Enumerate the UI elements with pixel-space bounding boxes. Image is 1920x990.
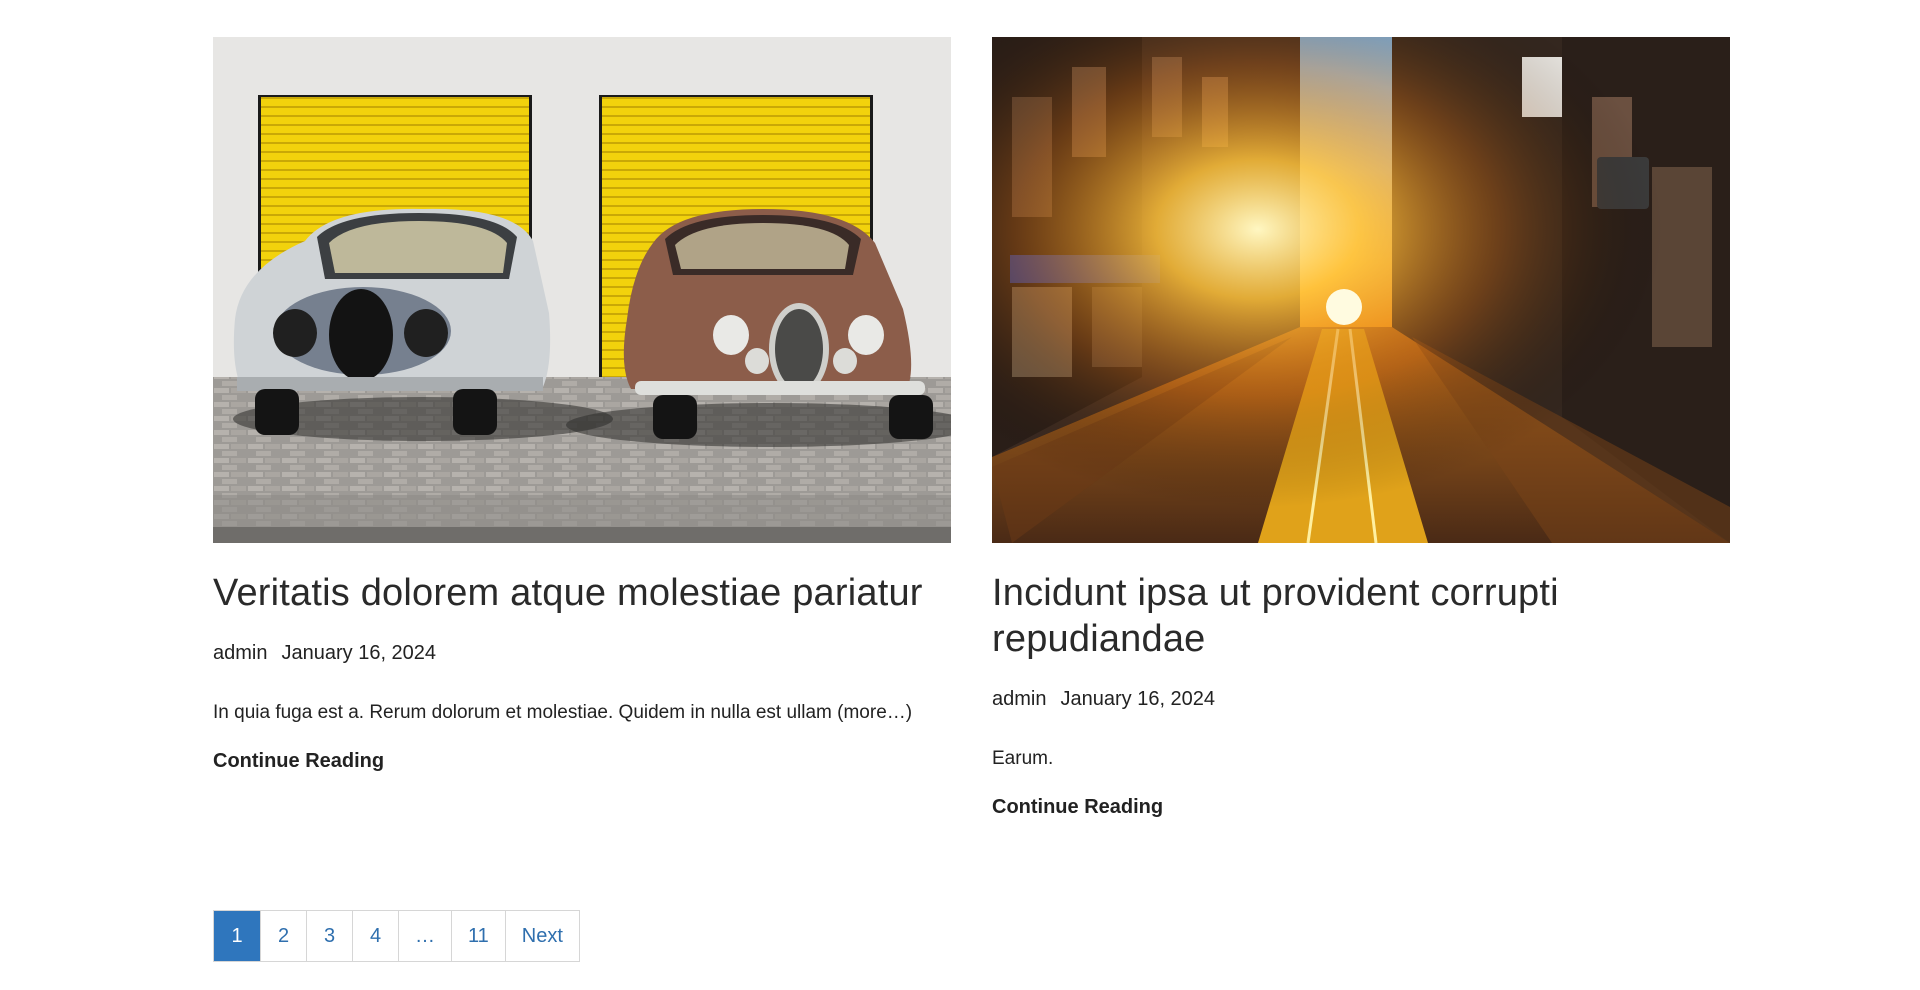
post-title[interactable]: Incidunt ipsa ut provident corrupti repu…: [992, 570, 1730, 662]
post-card: Incidunt ipsa ut provident corrupti repu…: [992, 37, 1730, 819]
page-link[interactable]: 11: [451, 911, 505, 961]
page-link[interactable]: 3: [306, 911, 352, 961]
post-meta: admin January 16, 2024: [992, 687, 1730, 711]
post-date[interactable]: January 16, 2024: [281, 641, 436, 665]
continue-reading-link[interactable]: Continue Reading: [992, 796, 1163, 819]
sunset-street-image: [992, 37, 1730, 543]
post-excerpt: In quia fuga est a. Rerum dolorum et mol…: [213, 702, 913, 723]
page: Veritatis dolorem atque molestiae pariat…: [0, 0, 1920, 990]
next-page-link[interactable]: Next: [504, 911, 579, 961]
post-date[interactable]: January 16, 2024: [1060, 687, 1215, 711]
post-excerpt: Earum.: [992, 748, 1054, 769]
post-author[interactable]: admin: [992, 687, 1046, 711]
cut-off-heading: [213, 0, 393, 2]
post-grid: Veritatis dolorem atque molestiae pariat…: [213, 37, 1730, 819]
page-link[interactable]: 4: [352, 911, 398, 961]
post-thumbnail-link[interactable]: [992, 37, 1730, 543]
pagination: 1 2 3 4 … 11 Next: [213, 910, 580, 962]
post-meta: admin January 16, 2024: [213, 641, 951, 665]
continue-reading-link[interactable]: Continue Reading: [213, 750, 384, 773]
post-card: Veritatis dolorem atque molestiae pariat…: [213, 37, 951, 819]
vintage-cars-image: [213, 37, 951, 543]
post-author[interactable]: admin: [213, 641, 267, 665]
page-ellipsis: …: [398, 911, 451, 961]
post-thumbnail-link[interactable]: [213, 37, 951, 543]
page-link[interactable]: 2: [260, 911, 306, 961]
post-title[interactable]: Veritatis dolorem atque molestiae pariat…: [213, 570, 951, 616]
page-link-current: 1: [214, 911, 260, 961]
